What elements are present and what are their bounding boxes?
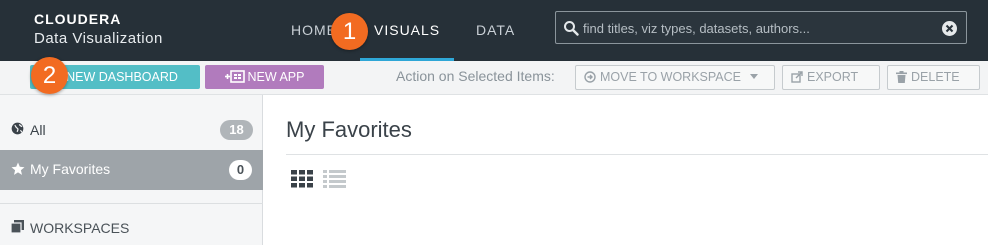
app-icon [224,70,245,83]
grid-view-icon[interactable] [291,170,313,188]
search-input[interactable] [583,17,933,39]
export-icon [791,71,803,83]
workspaces-icon [11,220,24,233]
sidebar-item-my-favorites[interactable]: My Favorites 0 [0,150,263,190]
main-content: My Favorites [263,95,988,245]
arrow-circle-icon [584,71,596,83]
sidebar-divider [0,203,263,204]
toolbar: NEW DASHBOARD NEW APP Action on Selected… [0,61,988,95]
star-icon [11,162,25,175]
move-to-workspace-button[interactable]: MOVE TO WORKSPACE [575,65,775,90]
search-icon [564,21,579,36]
globe-icon [11,122,24,135]
callout-2: 2 [31,57,68,94]
tab-visuals[interactable]: VISUALS [359,0,455,61]
count-badge: 18 [220,120,253,140]
new-app-button[interactable]: NEW APP [205,65,324,89]
cloudera-logo: CLOUDERA [34,11,122,27]
sidebar-item-label: All [30,122,46,138]
page-title: My Favorites [286,117,412,142]
title-divider [286,154,988,155]
list-view-icon[interactable] [323,170,346,188]
callout-1: 1 [331,13,368,50]
workspaces-label: WORKSPACES [30,220,130,236]
sidebar-item-all[interactable]: All 18 [0,111,263,149]
count-badge: 0 [229,160,252,180]
product-name: Data Visualization [34,30,163,47]
close-icon [945,24,954,33]
tab-data[interactable]: DATA [476,0,515,61]
sidebar-item-label: My Favorites [30,161,111,177]
workspaces-section[interactable]: WORKSPACES [0,209,263,247]
clear-search-button[interactable] [942,21,957,36]
move-label: MOVE TO WORKSPACE [600,70,741,84]
delete-label: DELETE [911,70,960,84]
sidebar: All 18 My Favorites 0 WORKSPACES [0,95,263,245]
caret-down-icon [750,74,759,79]
app-header: CLOUDERA Data Visualization HOME VISUALS… [0,0,988,61]
export-label: EXPORT [807,70,859,84]
new-app-label: NEW APP [247,70,305,84]
action-label: Action on Selected Items: [396,68,555,84]
brand[interactable]: CLOUDERA Data Visualization [34,11,163,47]
search-box [555,11,967,44]
trash-icon [896,71,907,83]
export-button[interactable]: EXPORT [782,65,880,90]
delete-button[interactable]: DELETE [887,65,980,90]
